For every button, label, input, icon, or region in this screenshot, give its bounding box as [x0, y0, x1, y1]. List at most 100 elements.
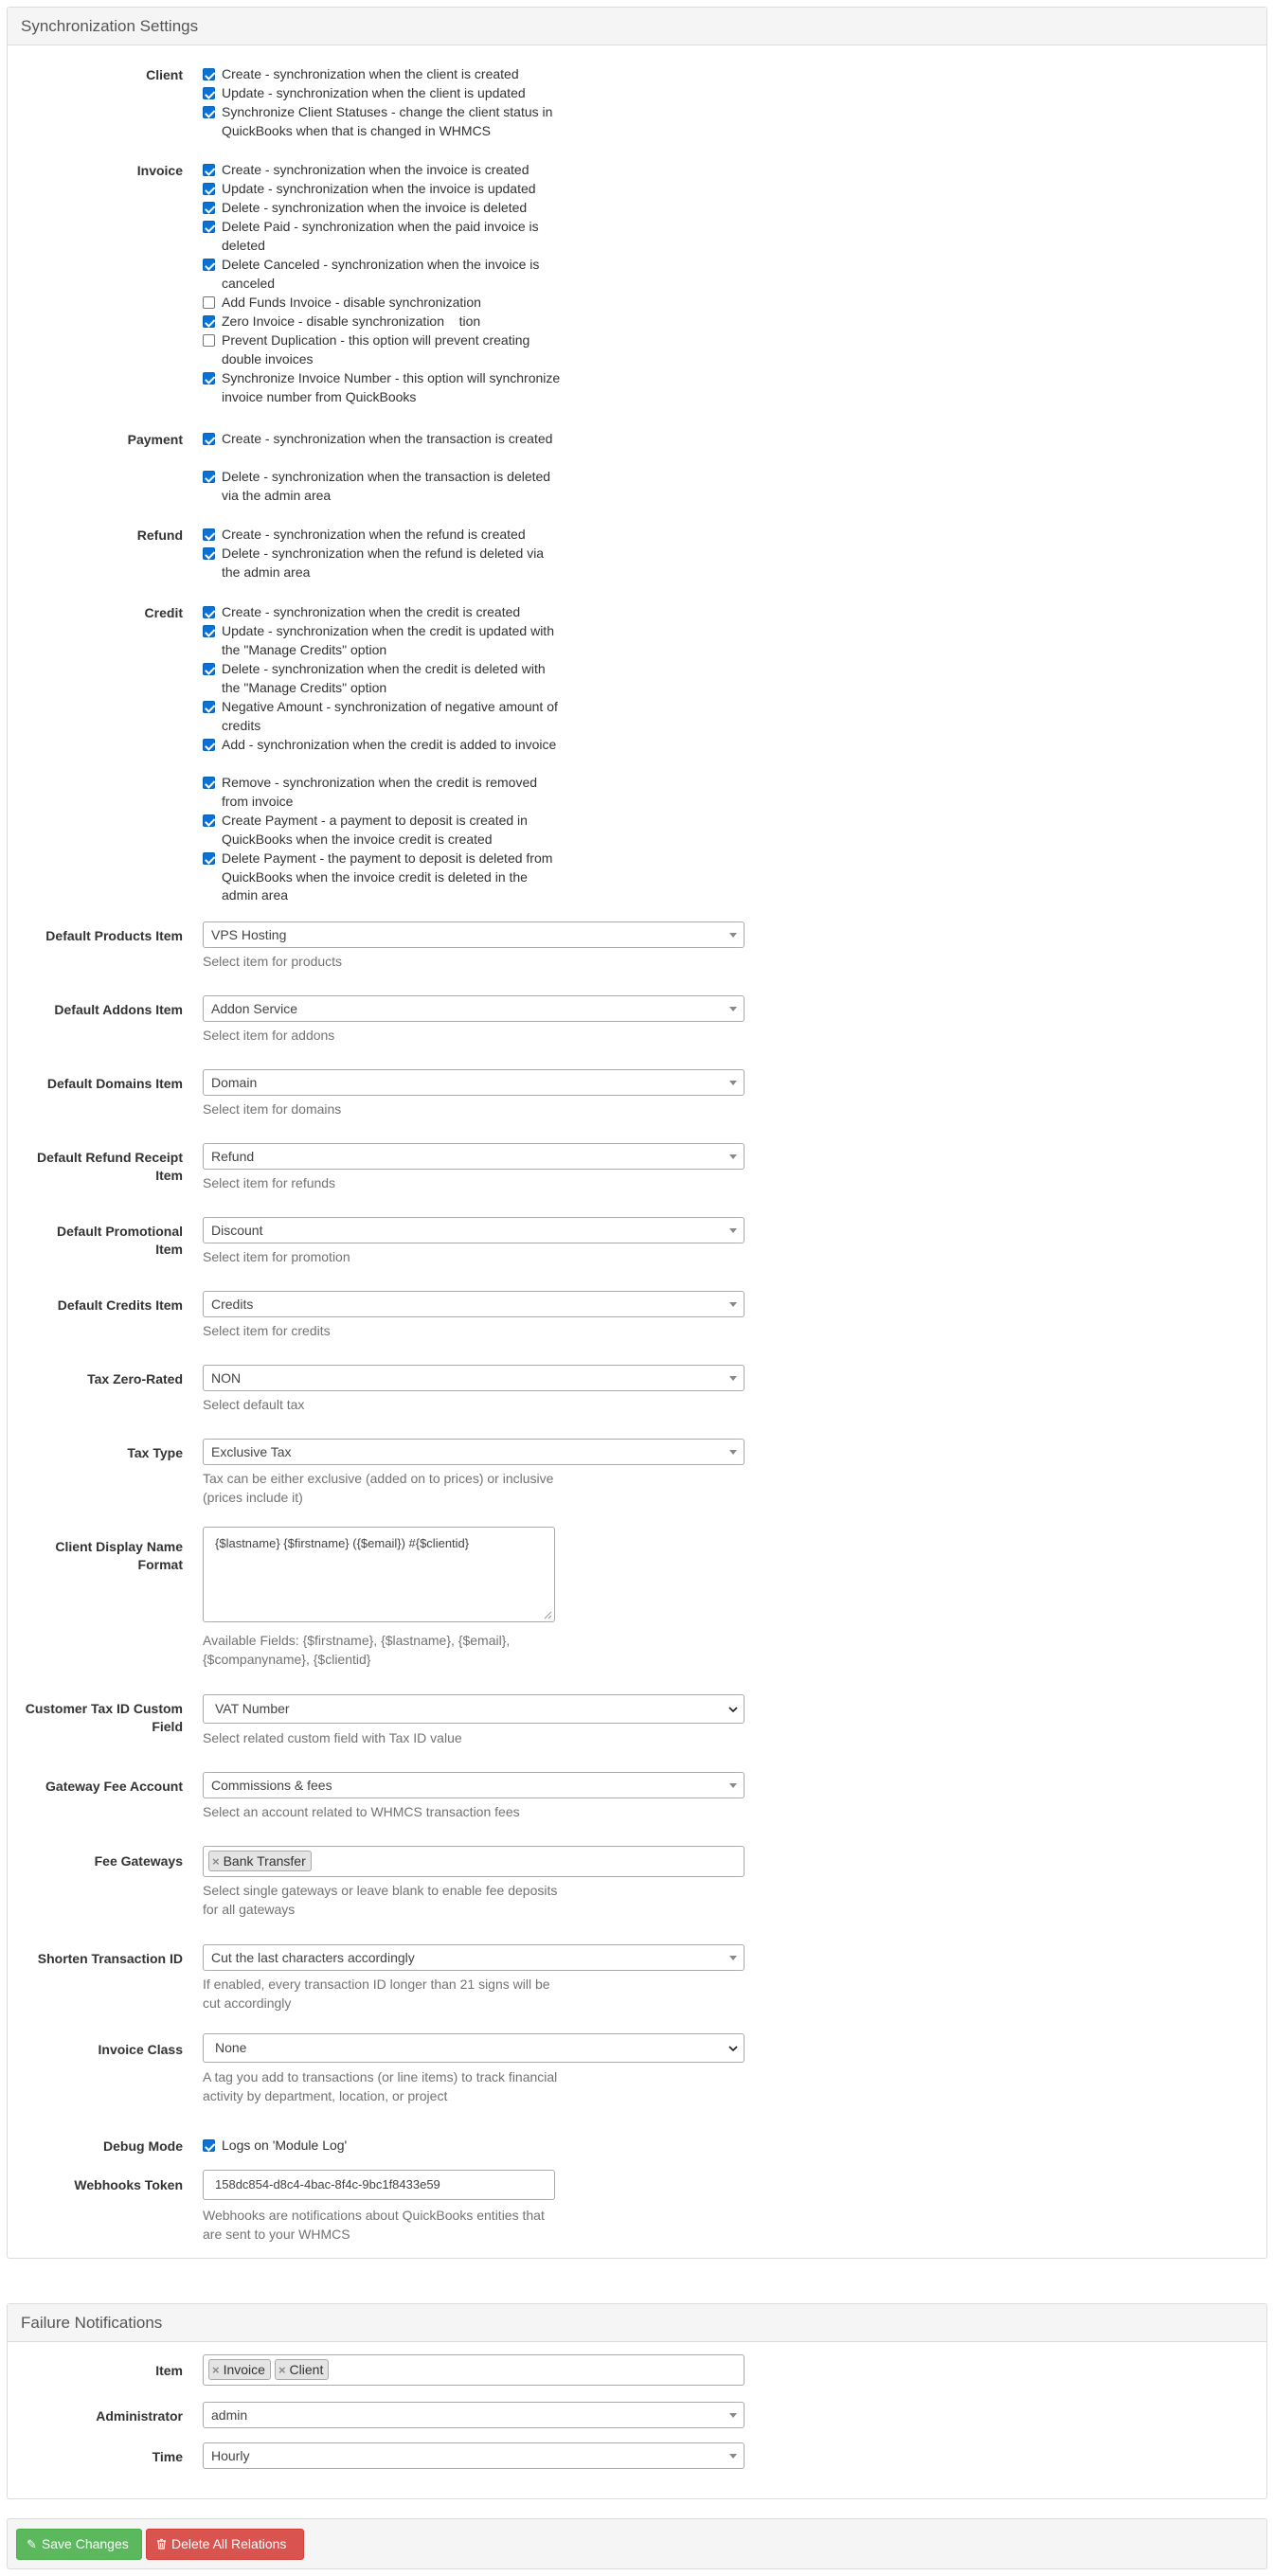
tax-type-select[interactable]: Exclusive Tax	[203, 1439, 745, 1465]
credit-add-checkbox[interactable]: Add - synchronization when the credit is…	[203, 736, 563, 755]
default-promotional-label: Default Promotional Item	[56, 1224, 183, 1257]
default-addons-label: Default Addons Item	[54, 1002, 183, 1017]
shorten-tx-help: If enabled, every transaction ID longer …	[203, 1977, 550, 2011]
default-promotional-select[interactable]: Discount	[203, 1217, 745, 1243]
shorten-tx-label: Shorten Transaction ID	[37, 1951, 183, 1966]
save-changes-button[interactable]: ✎ Save Changes	[16, 2529, 142, 2560]
credit-delete-checkbox[interactable]: Delete - synchronization when the credit…	[203, 660, 563, 697]
shorten-tx-select[interactable]: Cut the last characters accordingly	[203, 1944, 745, 1971]
chevron-down-icon	[729, 1450, 737, 1455]
remove-tag-icon[interactable]: ×	[212, 2363, 220, 2377]
customer-tax-help: Select related custom field with Tax ID …	[203, 1730, 462, 1745]
credit-delete-payment-checkbox[interactable]: Delete Payment - the payment to deposit …	[203, 850, 563, 905]
payment-label: Payment	[127, 432, 183, 447]
display-name-help: Available Fields: {$firstname}, {$lastna…	[203, 1633, 511, 1667]
action-bar: ✎ Save Changes Delete All Relations	[7, 2518, 1267, 2569]
resize-handle-icon[interactable]	[544, 1611, 552, 1619]
time-select[interactable]: Hourly	[203, 2442, 745, 2469]
tax-type-label: Tax Type	[127, 1445, 183, 1460]
refund-create-checkbox[interactable]: Create - synchronization when the refund…	[203, 526, 563, 545]
tax-zero-select[interactable]: NON	[203, 1365, 745, 1391]
fee-gateways-help: Select single gateways or leave blank to…	[203, 1883, 558, 1917]
chevron-down-icon	[728, 2046, 738, 2052]
display-name-label: Client Display Name Format	[55, 1539, 183, 1572]
payment-delete-checkbox[interactable]: Delete - synchronization when the transa…	[203, 468, 563, 505]
client-statuses-checkbox[interactable]: Synchronize Client Statuses - change the…	[203, 103, 563, 140]
credit-create-payment-checkbox[interactable]: Create Payment - a payment to deposit is…	[203, 812, 563, 849]
time-label: Time	[152, 2449, 183, 2464]
invoice-delete-paid-checkbox[interactable]: Delete Paid - synchronization when the p…	[203, 218, 563, 255]
remove-tag-icon[interactable]: ×	[278, 2363, 286, 2377]
default-addons-select[interactable]: Addon Service	[203, 995, 745, 1022]
trash-icon	[156, 2530, 167, 2559]
administrator-label: Administrator	[96, 2408, 183, 2424]
default-credits-select[interactable]: Credits	[203, 1291, 745, 1317]
tax-zero-label: Tax Zero-Rated	[87, 1371, 183, 1386]
invoice-update-checkbox[interactable]: Update - synchronization when the invoic…	[203, 180, 563, 199]
webhooks-token-label: Webhooks Token	[74, 2177, 183, 2192]
chevron-down-icon	[729, 2413, 737, 2418]
synchronization-settings-panel: Synchronization Settings	[7, 7, 1267, 2259]
tax-zero-help: Select default tax	[203, 1397, 305, 1412]
webhooks-token-input[interactable]: 158dc854-d8c4-4bac-8f4c-9bc1f8433e59	[203, 2170, 555, 2200]
client-label: Client	[146, 67, 183, 82]
credit-negative-checkbox[interactable]: Negative Amount - synchronization of neg…	[203, 698, 563, 735]
fee-gateways-label: Fee Gateways	[94, 1853, 183, 1869]
administrator-select[interactable]: admin	[203, 2402, 745, 2428]
invoice-zero-checkbox[interactable]: Zero Invoice - disable synchronization t…	[203, 313, 563, 331]
invoice-delete-checkbox[interactable]: Delete - synchronization when the invoic…	[203, 199, 563, 218]
default-domains-select[interactable]: Domain	[203, 1069, 745, 1096]
client-update-checkbox[interactable]: Update - synchronization when the client…	[203, 84, 563, 103]
default-products-help: Select item for products	[203, 954, 343, 969]
chevron-down-icon	[729, 1228, 737, 1233]
invoice-class-select[interactable]: None	[203, 2033, 745, 2063]
display-name-textarea[interactable]: {$lastname} {$firstname} ({$email}) #{$c…	[203, 1527, 555, 1622]
invoice-label: Invoice	[136, 163, 183, 178]
default-credits-label: Default Credits Item	[57, 1297, 183, 1313]
fee-gateways-multiselect[interactable]: × Bank Transfer	[203, 1846, 745, 1877]
gateway-fee-help: Select an account related to WHMCS trans…	[203, 1804, 520, 1819]
default-refund-help: Select item for refunds	[203, 1175, 336, 1190]
invoice-create-checkbox[interactable]: Create - synchronization when the invoic…	[203, 161, 563, 180]
invoice-delete-canceled-checkbox[interactable]: Delete Canceled - synchronization when t…	[203, 256, 563, 293]
debug-mode-label: Debug Mode	[103, 2138, 183, 2154]
tag-bank-transfer: × Bank Transfer	[208, 1851, 312, 1871]
customer-tax-label: Customer Tax ID Custom Field	[25, 1701, 183, 1734]
delete-all-relations-button[interactable]: Delete All Relations	[146, 2529, 304, 2560]
customer-tax-select[interactable]: VAT Number	[203, 1694, 745, 1724]
default-refund-label: Default Refund Receipt Item	[36, 1150, 183, 1183]
refund-delete-checkbox[interactable]: Delete - synchronization when the refund…	[203, 545, 563, 581]
panel-title: Failure Notifications	[8, 2304, 1266, 2342]
default-refund-select[interactable]: Refund	[203, 1143, 745, 1170]
chevron-down-icon	[729, 1081, 737, 1085]
default-products-select[interactable]: VPS Hosting	[203, 921, 745, 948]
failure-item-label: Item	[155, 2363, 183, 2378]
invoice-sync-number-checkbox[interactable]: Synchronize Invoice Number - this option…	[203, 369, 563, 406]
default-addons-help: Select item for addons	[203, 1028, 335, 1043]
default-promotional-help: Select item for promotion	[203, 1249, 350, 1264]
failure-item-multiselect[interactable]: × Invoice × Client	[203, 2354, 745, 2386]
client-create-checkbox[interactable]: Create - synchronization when the client…	[203, 65, 563, 84]
default-credits-help: Select item for credits	[203, 1323, 331, 1338]
credit-create-checkbox[interactable]: Create - synchronization when the credit…	[203, 603, 563, 622]
debug-mode-checkbox[interactable]: Logs on 'Module Log'	[203, 2137, 563, 2156]
credit-label: Credit	[144, 605, 183, 620]
invoice-add-funds-checkbox[interactable]: Add Funds Invoice - disable synchronizat…	[203, 294, 563, 313]
chevron-down-icon	[729, 2454, 737, 2459]
invoice-prevent-duplication-checkbox[interactable]: Prevent Duplication - this option will p…	[203, 331, 563, 368]
refund-label: Refund	[136, 528, 183, 543]
gateway-fee-select[interactable]: Commissions & fees	[203, 1772, 745, 1798]
payment-create-checkbox[interactable]: Create - synchronization when the transa…	[203, 430, 563, 449]
chevron-down-icon	[729, 1376, 737, 1381]
remove-tag-icon[interactable]: ×	[212, 1854, 220, 1869]
chevron-down-icon	[729, 1007, 737, 1011]
default-products-label: Default Products Item	[45, 928, 183, 943]
chevron-down-icon	[729, 1154, 737, 1159]
webhooks-token-help: Webhooks are notifications about QuickBo…	[203, 2208, 545, 2242]
panel-title: Synchronization Settings	[8, 8, 1266, 45]
chevron-down-icon	[729, 1302, 737, 1307]
gateway-fee-label: Gateway Fee Account	[45, 1779, 183, 1794]
default-domains-help: Select item for domains	[203, 1101, 342, 1117]
credit-remove-checkbox[interactable]: Remove - synchronization when the credit…	[203, 774, 563, 811]
credit-update-checkbox[interactable]: Update - synchronization when the credit…	[203, 622, 563, 659]
